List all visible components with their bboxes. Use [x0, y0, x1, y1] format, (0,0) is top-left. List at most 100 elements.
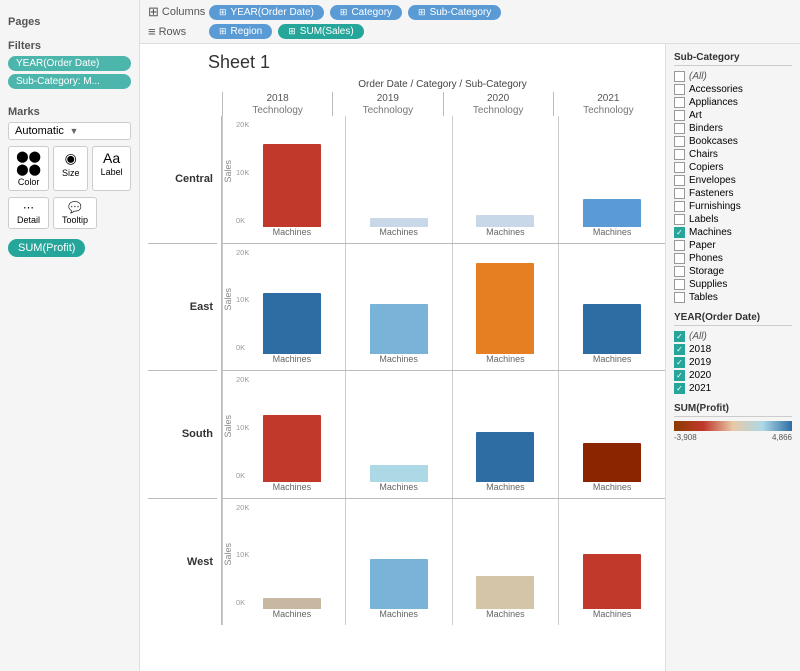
labels-checkbox[interactable] — [674, 214, 685, 225]
bar-west-2021 — [583, 554, 641, 609]
paper-checkbox[interactable] — [674, 240, 685, 251]
filter-envelopes[interactable]: Envelopes — [674, 174, 792, 187]
tables-checkbox[interactable] — [674, 292, 685, 303]
detail-icon: ⋯ — [23, 201, 34, 214]
south-row: Sales 20K 10K 0K Machines — [222, 371, 665, 499]
filter-phones[interactable]: Phones — [674, 252, 792, 265]
envelopes-checkbox[interactable] — [674, 175, 685, 186]
filter-binders[interactable]: Binders — [674, 122, 792, 135]
year-order-date-pill[interactable]: ⊞ YEAR(Order Date) — [209, 5, 324, 20]
filter-subcategory-chip[interactable]: Sub-Category: M... — [8, 74, 131, 89]
year-filter-title: YEAR(Order Date) — [674, 312, 792, 326]
filter-furnishings[interactable]: Furnishings — [674, 200, 792, 213]
sum-profit-pill[interactable]: SUM(Profit) — [8, 239, 85, 257]
filter-supplies[interactable]: Supplies — [674, 278, 792, 291]
chairs-checkbox[interactable] — [674, 149, 685, 160]
year-2020-item[interactable]: ✓ 2020 — [674, 369, 792, 382]
marks-type-dropdown[interactable]: Automatic ▼ — [8, 122, 131, 140]
filter-copiers[interactable]: Copiers — [674, 161, 792, 174]
region-central: Central — [148, 116, 217, 244]
year-filter-list: ✓ (All) ✓ 2018 ✓ 2019 ✓ 2020 ✓ 2021 — [674, 330, 792, 395]
xlabel-west-2019: Machines — [346, 609, 452, 625]
year-2019-item[interactable]: ✓ 2019 — [674, 356, 792, 369]
filter-appliances[interactable]: Appliances — [674, 96, 792, 109]
appliances-checkbox[interactable] — [674, 97, 685, 108]
year-2018-checkbox[interactable]: ✓ — [674, 344, 685, 355]
filter-all-item[interactable]: (All) — [674, 70, 792, 83]
xlabel-east-2019: Machines — [346, 354, 452, 370]
bar-area-south-2021 — [559, 371, 665, 482]
copiers-checkbox[interactable] — [674, 162, 685, 173]
filter-tables[interactable]: Tables — [674, 291, 792, 304]
color-button[interactable]: ⬤⬤⬤⬤ Color — [8, 146, 49, 191]
filter-art[interactable]: Art — [674, 109, 792, 122]
all-checkbox[interactable] — [674, 71, 685, 82]
filter-bookcases[interactable]: Bookcases — [674, 135, 792, 148]
subcat-3: Technology — [553, 105, 663, 116]
filter-storage[interactable]: Storage — [674, 265, 792, 278]
filter-machines[interactable]: ✓ Machines — [674, 226, 792, 239]
cell-south-2020: Machines — [452, 371, 559, 498]
bar-central-2019 — [370, 218, 428, 227]
category-pill[interactable]: ⊞ Category — [330, 5, 402, 20]
year-all-checkbox[interactable]: ✓ — [674, 331, 685, 342]
cell-west-2018: 20K 10K 0K Machines — [222, 499, 345, 626]
bar-south-2019 — [370, 465, 428, 482]
cell-west-2021: Machines — [558, 499, 665, 626]
year-2019: 2019 — [332, 92, 442, 105]
filter-chairs[interactable]: Chairs — [674, 148, 792, 161]
furnishings-checkbox[interactable] — [674, 201, 685, 212]
sum-profit-legend-title: SUM(Profit) — [674, 403, 792, 417]
sales-axis-central: Sales — [222, 116, 234, 227]
detail-button[interactable]: ⋯ Detail — [8, 197, 49, 229]
y-ticks-south: 20K 10K 0K — [236, 375, 249, 480]
storage-checkbox[interactable] — [674, 266, 685, 277]
phones-checkbox[interactable] — [674, 253, 685, 264]
art-label: Art — [689, 110, 702, 121]
machines-checkbox[interactable]: ✓ — [674, 227, 685, 238]
supplies-checkbox[interactable] — [674, 279, 685, 290]
label-button[interactable]: Aa Label — [92, 146, 131, 191]
right-panel: Sub-Category (All) Accessories Appliance… — [665, 44, 800, 671]
bar-area-east-2019 — [346, 244, 452, 355]
fasteners-checkbox[interactable] — [674, 188, 685, 199]
marks-icons-2: ⋯ Detail 💬 Tooltip — [8, 197, 131, 229]
xlabel-west-2021: Machines — [559, 609, 665, 625]
filter-fasteners[interactable]: Fasteners — [674, 187, 792, 200]
y-ticks-east: 20K 10K 0K — [236, 248, 249, 353]
table-icon2: ⊞ — [418, 7, 426, 18]
subcat-2: Technology — [443, 105, 553, 116]
cell-south-2018: 20K 10K 0K Machines — [222, 371, 345, 498]
binders-checkbox[interactable] — [674, 123, 685, 134]
size-icon: ◉ — [65, 150, 77, 167]
sum-sales-pill[interactable]: ⊞ SUM(Sales) — [278, 24, 363, 39]
year-2021-item[interactable]: ✓ 2021 — [674, 382, 792, 395]
all-label: (All) — [689, 71, 707, 82]
legend-min: -3,908 — [674, 433, 697, 442]
filter-accessories[interactable]: Accessories — [674, 83, 792, 96]
detail-label: Detail — [17, 215, 40, 225]
bookcases-checkbox[interactable] — [674, 136, 685, 147]
tooltip-button[interactable]: 💬 Tooltip — [53, 197, 97, 229]
year-2018-item[interactable]: ✓ 2018 — [674, 343, 792, 356]
bar-central-2021 — [583, 199, 641, 227]
year-2019-checkbox[interactable]: ✓ — [674, 357, 685, 368]
subcategory-filter-list: (All) Accessories Appliances Art Binders — [674, 70, 792, 304]
filter-labels[interactable]: Labels — [674, 213, 792, 226]
filter-year-chip[interactable]: YEAR(Order Date) — [8, 56, 131, 71]
year-2020-checkbox[interactable]: ✓ — [674, 370, 685, 381]
sales-axis-south: Sales — [222, 371, 234, 482]
sub-category-pill[interactable]: ⊞ Sub-Category — [408, 5, 501, 20]
columns-row: ⊞ Columns ⊞ YEAR(Order Date) ⊞ Category … — [148, 4, 792, 20]
accessories-checkbox[interactable] — [674, 84, 685, 95]
region-pill[interactable]: ⊞ Region — [209, 24, 272, 39]
year-all-item[interactable]: ✓ (All) — [674, 330, 792, 343]
marks-type-label: Automatic — [15, 125, 70, 137]
art-checkbox[interactable] — [674, 110, 685, 121]
filter-paper[interactable]: Paper — [674, 239, 792, 252]
xlabel-east-2018: Machines — [239, 354, 345, 370]
size-button[interactable]: ◉ Size — [53, 146, 88, 191]
year-2021-checkbox[interactable]: ✓ — [674, 383, 685, 394]
cell-west-2019: Machines — [345, 499, 452, 626]
bar-area-west-2018 — [239, 499, 345, 610]
